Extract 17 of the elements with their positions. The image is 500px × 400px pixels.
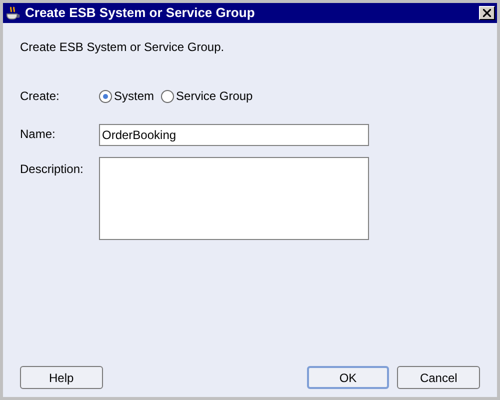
name-field[interactable]: OrderBooking [99, 124, 369, 146]
radio-button[interactable] [99, 90, 112, 102]
radio-label[interactable]: System [114, 87, 154, 105]
dialog-button[interactable]: Cancel [397, 366, 480, 389]
dialog-button[interactable]: OK [306, 366, 390, 389]
radio-button[interactable] [161, 90, 174, 102]
close-button[interactable] [479, 6, 495, 20]
cup-icon [5, 5, 21, 21]
dialog-button[interactable]: Help [20, 366, 103, 389]
intro-text: Create ESB System or Service Group. [20, 40, 226, 54]
create-label: Create: [20, 88, 60, 105]
radio-label[interactable]: Service Group [176, 87, 253, 105]
name-label: Name: [20, 126, 56, 143]
description-field[interactable] [99, 157, 369, 240]
description-label: Description: [20, 161, 84, 178]
window-title: Create ESB System or Service Group [25, 4, 256, 22]
close-icon [483, 9, 491, 17]
